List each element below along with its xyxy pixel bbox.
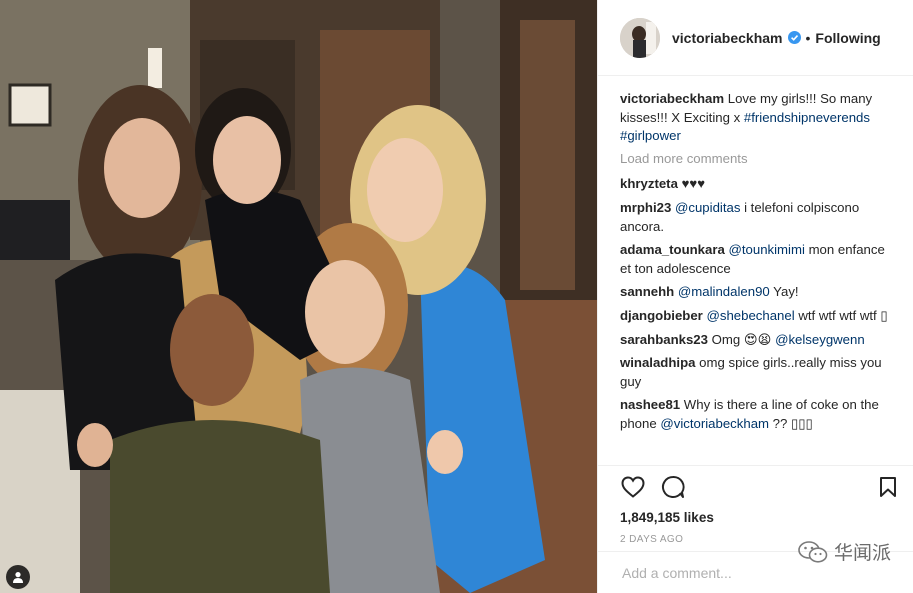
heart-icon: [621, 475, 645, 498]
add-comment-input[interactable]: [620, 563, 891, 582]
post-photo[interactable]: [0, 0, 597, 593]
comment-text: Omg 😍😫: [711, 331, 776, 347]
wechat-logo-icon: [798, 540, 828, 563]
comment-text: wtf wtf wtf wtf ▯: [794, 307, 888, 323]
comment-mention-link[interactable]: @shebechanel: [706, 308, 794, 323]
comment-bubble-icon: [662, 475, 685, 498]
comment-item: mrphi23 @cupiditas i telefoni colpiscono…: [620, 199, 897, 236]
comment-item: khryzteta ♥♥♥: [620, 175, 897, 194]
comment-item: sannehh @malindalen90 Yay!: [620, 283, 897, 302]
save-button[interactable]: [875, 474, 901, 500]
comment-text: Yay!: [769, 284, 799, 300]
comments-list: victoriabeckham Love my girls!!! So many…: [598, 76, 913, 465]
watermark-text: 华闻派: [833, 542, 891, 564]
post-caption: victoriabeckham Love my girls!!! So many…: [620, 90, 897, 146]
comment-username[interactable]: sannehh: [620, 284, 674, 299]
likes-count[interactable]: 1,849,185 likes: [598, 507, 913, 529]
post-header: victoriabeckham • Following: [598, 0, 913, 76]
comment-text-tail: ?? ▯▯▯: [769, 415, 813, 431]
post-actions-bar: [598, 465, 913, 507]
following-button[interactable]: Following: [815, 30, 880, 46]
comment-username[interactable]: djangobieber: [620, 308, 703, 323]
comment-mention-link[interactable]: @kelseygwenn: [775, 332, 865, 347]
caption-username[interactable]: victoriabeckham: [620, 91, 724, 106]
comment-username[interactable]: mrphi23: [620, 200, 671, 215]
person-tag-icon: [13, 572, 23, 583]
avatar-image: [620, 17, 660, 58]
load-more-comments-button[interactable]: Load more comments: [620, 150, 897, 169]
instagram-post: victoriabeckham • Following victoriabeck…: [0, 0, 913, 593]
verified-badge-icon: [787, 31, 801, 44]
comment-username[interactable]: khryzteta: [620, 176, 678, 191]
comment-mention-link[interactable]: @cupiditas: [675, 200, 740, 215]
comment-item: winaladhipa omg spice girls..really miss…: [620, 354, 897, 391]
post-sidebar: victoriabeckham • Following victoriabeck…: [597, 0, 913, 593]
comment-button[interactable]: [660, 474, 686, 500]
comment-item: nashee81 Why is there a line of coke on …: [620, 396, 897, 433]
comment-mention-link[interactable]: @malindalen90: [678, 284, 770, 299]
comment-text: ♥♥♥: [681, 176, 706, 192]
bookmark-icon: [880, 476, 896, 497]
comment-username[interactable]: adama_tounkara: [620, 242, 725, 257]
comment-item: sarahbanks23 Omg 😍😫 @kelseygwenn: [620, 331, 897, 350]
comment-username[interactable]: nashee81: [620, 397, 680, 412]
comment-item: adama_tounkara @tounkimimi mon enfance e…: [620, 241, 897, 278]
hashtag-link[interactable]: #girlpower: [620, 128, 681, 143]
comment-username[interactable]: sarahbanks23: [620, 332, 708, 347]
comment-item: djangobieber @shebechanel wtf wtf wtf wt…: [620, 307, 897, 326]
tag-people-button[interactable]: [6, 565, 30, 589]
header-separator: •: [805, 29, 811, 46]
comment-mention-link[interactable]: @tounkimimi: [728, 242, 804, 257]
like-button[interactable]: [620, 474, 646, 500]
comment-username[interactable]: winaladhipa: [620, 355, 695, 370]
group-photo-illustration: [0, 0, 597, 593]
hashtag-link[interactable]: #friendshipneverends: [744, 110, 870, 125]
watermark: 华闻派: [798, 538, 891, 565]
avatar[interactable]: [620, 17, 660, 58]
comment-mention-link[interactable]: @victoriabeckham: [660, 416, 769, 431]
header-username[interactable]: victoriabeckham: [672, 30, 783, 46]
